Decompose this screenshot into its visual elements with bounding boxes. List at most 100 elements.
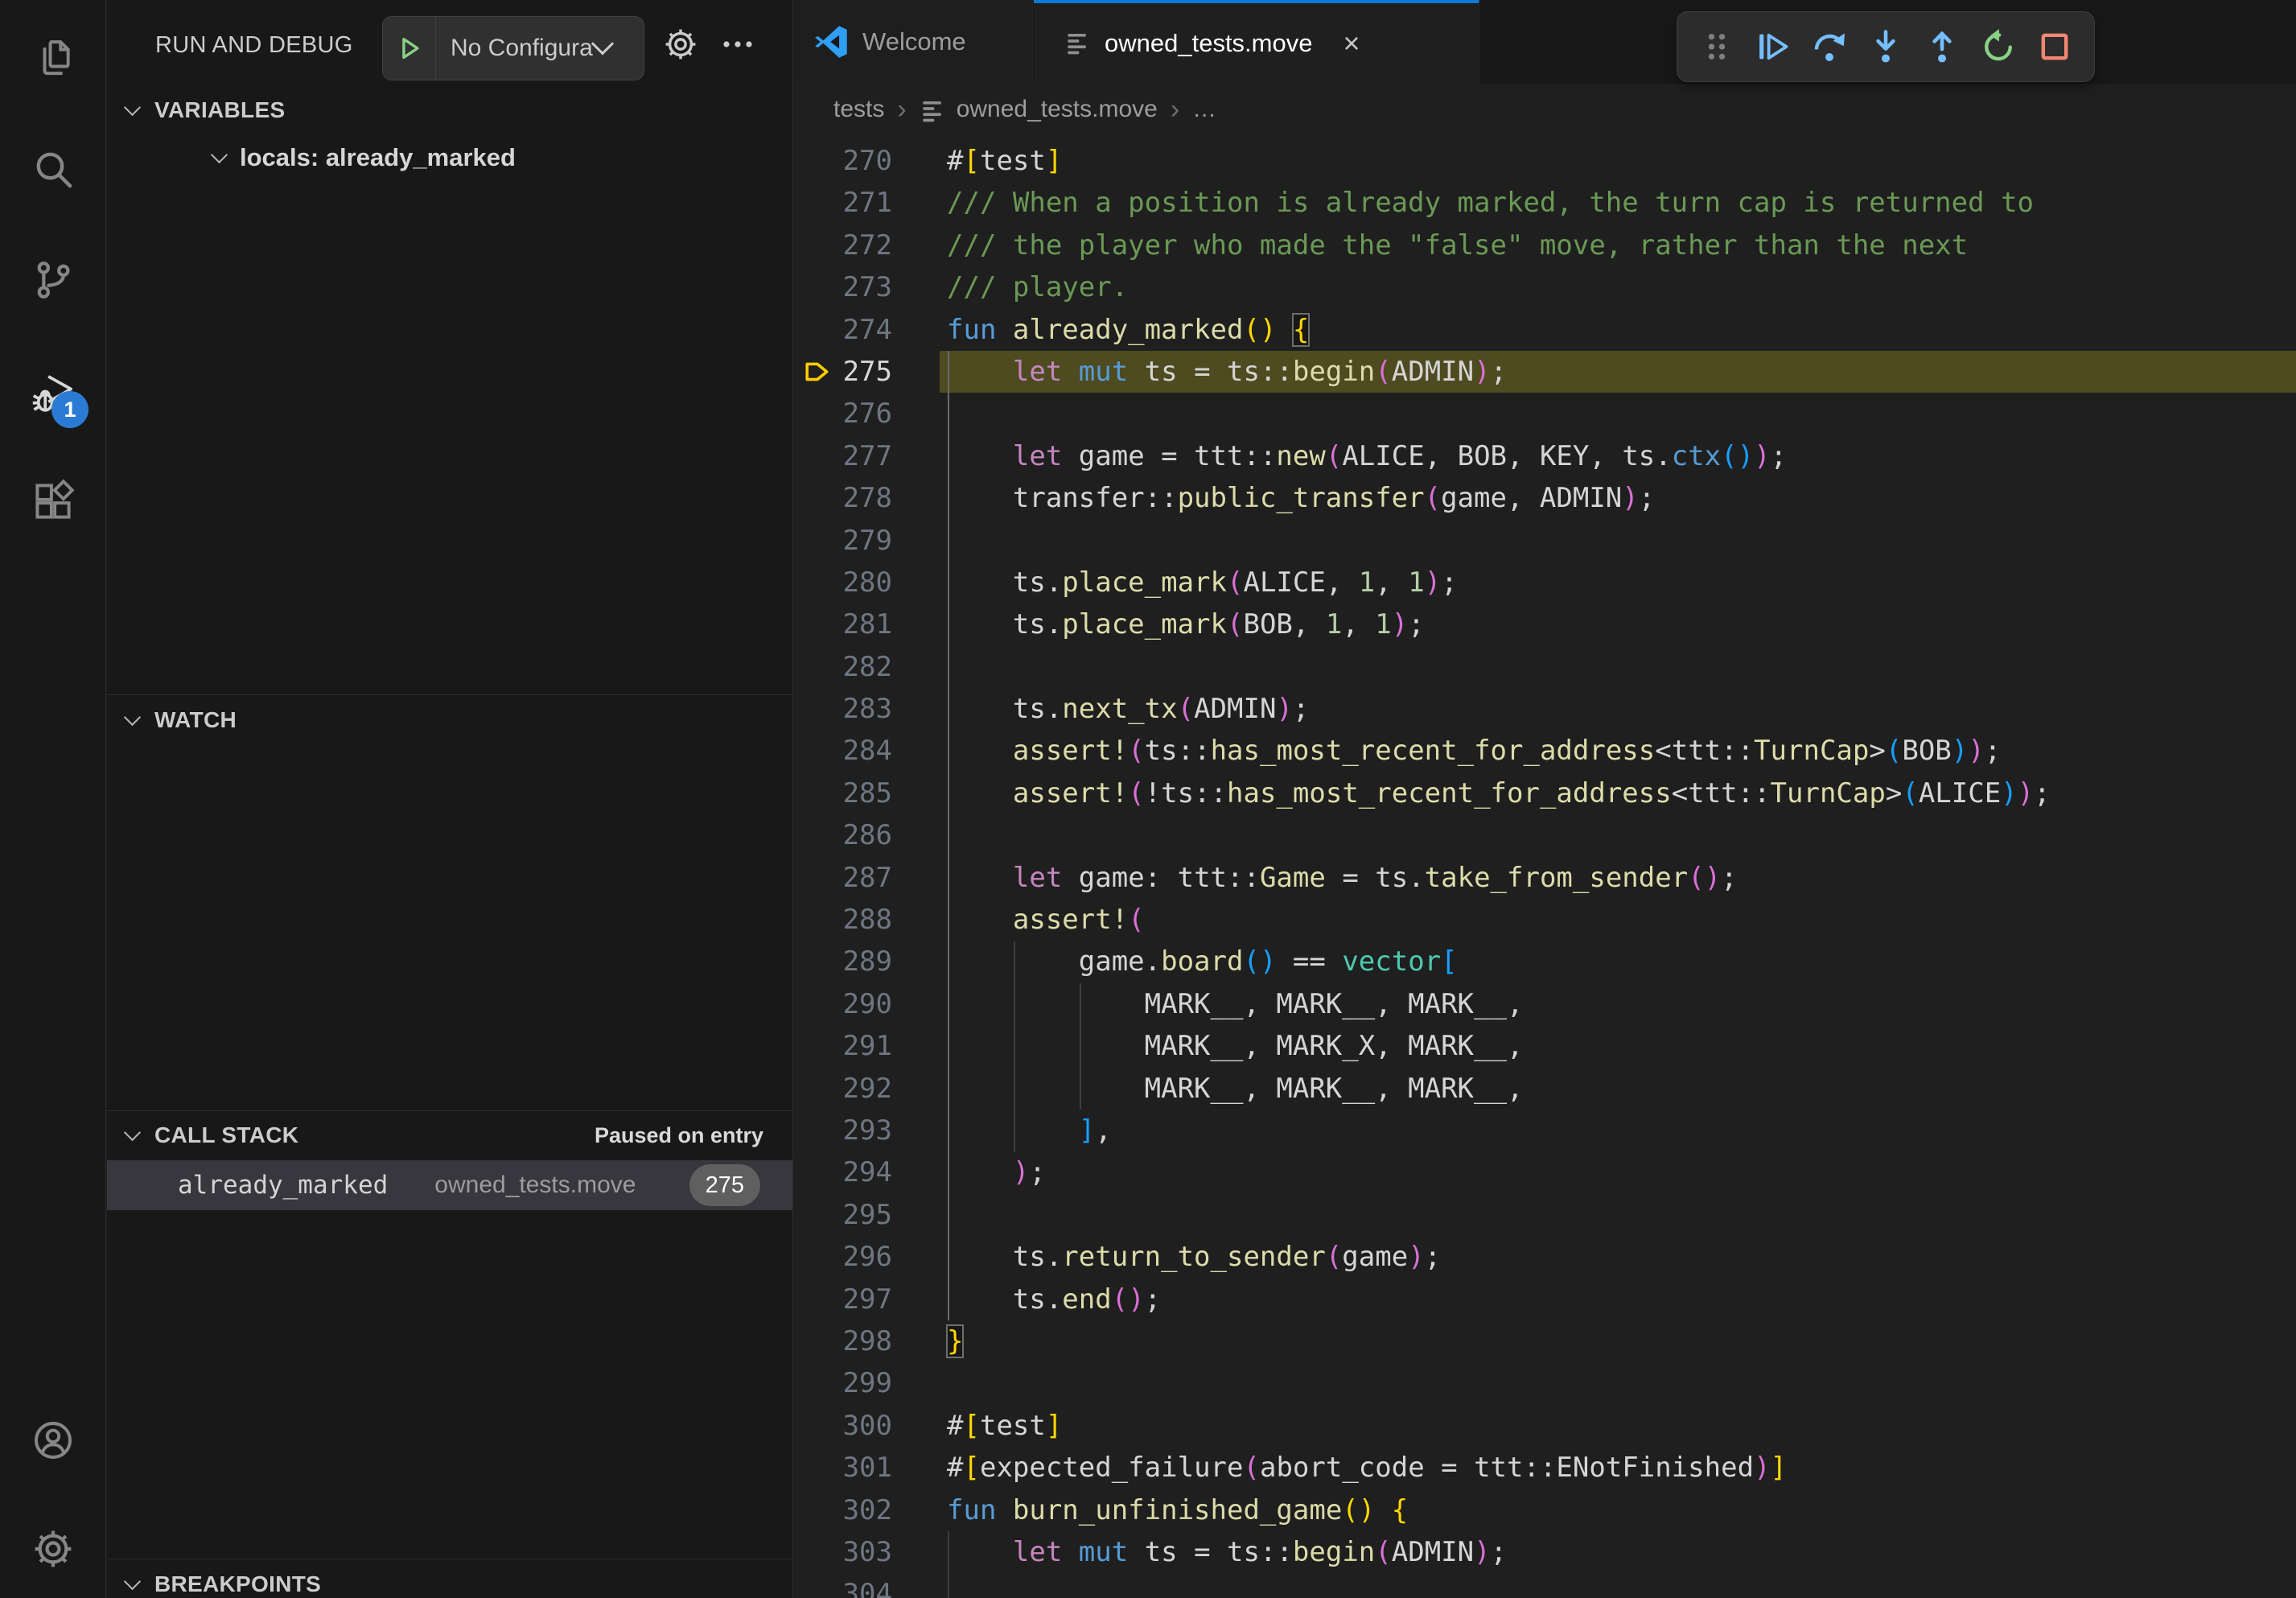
code-line[interactable]: 276: [793, 393, 2296, 435]
breadcrumb-more[interactable]: …: [1192, 96, 1216, 123]
code-line[interactable]: 280 ts.place_mark(ALICE, 1, 1);: [793, 562, 2296, 603]
line-number[interactable]: 292: [793, 1068, 892, 1110]
line-number[interactable]: 276: [793, 393, 892, 435]
line-number[interactable]: 303: [793, 1531, 892, 1573]
code-line[interactable]: 302fun burn_unfinished_game() {: [793, 1489, 2296, 1531]
code-line[interactable]: 272/// the player who made the "false" m…: [793, 224, 2296, 266]
line-number[interactable]: 287: [793, 857, 892, 899]
close-icon[interactable]: ×: [1343, 29, 1360, 58]
code-line[interactable]: 279: [793, 520, 2296, 562]
line-number[interactable]: 301: [793, 1447, 892, 1489]
variables-scope-row[interactable]: locals: already_marked: [107, 134, 792, 182]
line-number[interactable]: 294: [793, 1151, 892, 1193]
line-number[interactable]: 286: [793, 814, 892, 856]
step-over-icon[interactable]: [1801, 19, 1858, 75]
debug-config-dropdown[interactable]: No Configura: [382, 16, 644, 80]
line-number[interactable]: 298: [793, 1320, 892, 1362]
call-stack-frame-row[interactable]: already_marked owned_tests.move 275: [107, 1160, 792, 1210]
code-line[interactable]: 277 let game = ttt::new(ALICE, BOB, KEY,…: [793, 435, 2296, 477]
section-breakpoints[interactable]: BREAKPOINTS: [107, 1561, 792, 1598]
code-line[interactable]: 288 assert!(: [793, 899, 2296, 941]
code-line[interactable]: 290 MARK__, MARK__, MARK__,: [793, 983, 2296, 1025]
line-number[interactable]: 288: [793, 899, 892, 941]
code-text: [940, 1362, 2296, 1404]
line-number[interactable]: 293: [793, 1110, 892, 1151]
source-control-icon[interactable]: [31, 257, 76, 303]
code-line[interactable]: 284 assert!(ts::has_most_recent_for_addr…: [793, 730, 2296, 772]
line-number[interactable]: 284: [793, 730, 892, 772]
line-number[interactable]: 302: [793, 1489, 892, 1531]
code-line[interactable]: 286: [793, 814, 2296, 856]
line-number[interactable]: 296: [793, 1236, 892, 1278]
line-number[interactable]: 273: [793, 266, 892, 308]
code-line[interactable]: 294 );: [793, 1151, 2296, 1193]
settings-gear-icon[interactable]: [31, 1526, 76, 1571]
code-line[interactable]: 281 ts.place_mark(BOB, 1, 1);: [793, 603, 2296, 645]
line-number[interactable]: 291: [793, 1025, 892, 1067]
line-number[interactable]: 304: [793, 1573, 892, 1598]
line-number[interactable]: 279: [793, 520, 892, 562]
toolbar-drag-grip[interactable]: [1689, 19, 1745, 75]
code-line[interactable]: 274fun already_marked() {: [793, 309, 2296, 351]
line-number[interactable]: 299: [793, 1362, 892, 1404]
code-line[interactable]: 292 MARK__, MARK__, MARK__,: [793, 1068, 2296, 1110]
code-line[interactable]: 287 let game: ttt::Game = ts.take_from_s…: [793, 857, 2296, 899]
line-number[interactable]: 283: [793, 688, 892, 730]
line-number[interactable]: 282: [793, 646, 892, 688]
line-number[interactable]: 281: [793, 603, 892, 645]
code-line[interactable]: 283 ts.next_tx(ADMIN);: [793, 688, 2296, 730]
breadcrumb-folder[interactable]: tests: [833, 96, 884, 123]
code-line[interactable]: 273/// player.: [793, 266, 2296, 308]
code-text: ts.end();: [940, 1279, 2296, 1320]
code-line[interactable]: 300#[test]: [793, 1405, 2296, 1447]
step-out-icon[interactable]: [1914, 19, 1970, 75]
debug-settings-gear-icon[interactable]: [662, 26, 699, 63]
step-into-icon[interactable]: [1858, 19, 1914, 75]
tab-welcome[interactable]: Welcome: [793, 0, 1033, 84]
continue-icon[interactable]: [1745, 19, 1801, 75]
line-number[interactable]: 295: [793, 1194, 892, 1236]
breadcrumb-file[interactable]: owned_tests.move: [957, 96, 1158, 123]
code-line[interactable]: 282: [793, 646, 2296, 688]
line-number[interactable]: 270: [793, 140, 892, 182]
start-debug-icon[interactable]: [383, 17, 436, 80]
line-number[interactable]: 280: [793, 562, 892, 603]
code-line[interactable]: 270#[test]: [793, 140, 2296, 182]
code-line[interactable]: 301#[expected_failure(abort_code = ttt::…: [793, 1447, 2296, 1489]
search-icon[interactable]: [31, 146, 76, 192]
code-line[interactable]: 291 MARK__, MARK_X, MARK__,: [793, 1025, 2296, 1067]
line-number[interactable]: 278: [793, 477, 892, 519]
line-number[interactable]: 300: [793, 1405, 892, 1447]
line-number[interactable]: 272: [793, 224, 892, 266]
section-watch[interactable]: WATCH: [107, 697, 792, 743]
line-number[interactable]: 289: [793, 941, 892, 982]
code-line[interactable]: 303 let mut ts = ts::begin(ADMIN);: [793, 1531, 2296, 1573]
code-line[interactable]: 271/// When a position is already marked…: [793, 182, 2296, 224]
line-number[interactable]: 297: [793, 1279, 892, 1320]
code-line[interactable]: 275 let mut ts = ts::begin(ADMIN);: [793, 351, 2296, 393]
stop-icon[interactable]: [2026, 19, 2083, 75]
extensions-icon[interactable]: [31, 479, 76, 524]
code-line[interactable]: 278 transfer::public_transfer(game, ADMI…: [793, 477, 2296, 519]
code-line[interactable]: 297 ts.end();: [793, 1279, 2296, 1320]
code-line[interactable]: 298}: [793, 1320, 2296, 1362]
account-icon[interactable]: [31, 1418, 76, 1463]
line-number[interactable]: 275: [793, 351, 892, 393]
code-line[interactable]: 299: [793, 1362, 2296, 1404]
code-line[interactable]: 304: [793, 1573, 2296, 1598]
code-line[interactable]: 293 ],: [793, 1110, 2296, 1151]
restart-icon[interactable]: [1970, 19, 2026, 75]
line-number[interactable]: 277: [793, 435, 892, 477]
explorer-icon[interactable]: [31, 35, 76, 80]
more-actions-icon[interactable]: [720, 31, 755, 58]
code-line[interactable]: 289 game.board() == vector[: [793, 941, 2296, 982]
section-variables[interactable]: VARIABLES: [107, 87, 792, 134]
line-number[interactable]: 290: [793, 983, 892, 1025]
line-number[interactable]: 274: [793, 309, 892, 351]
line-number[interactable]: 271: [793, 182, 892, 224]
tab-owned-tests-move[interactable]: owned_tests.move ×: [1034, 0, 1479, 84]
code-line[interactable]: 296 ts.return_to_sender(game);: [793, 1236, 2296, 1278]
code-line[interactable]: 285 assert!(!ts::has_most_recent_for_add…: [793, 772, 2296, 814]
line-number[interactable]: 285: [793, 772, 892, 814]
code-line[interactable]: 295: [793, 1194, 2296, 1236]
